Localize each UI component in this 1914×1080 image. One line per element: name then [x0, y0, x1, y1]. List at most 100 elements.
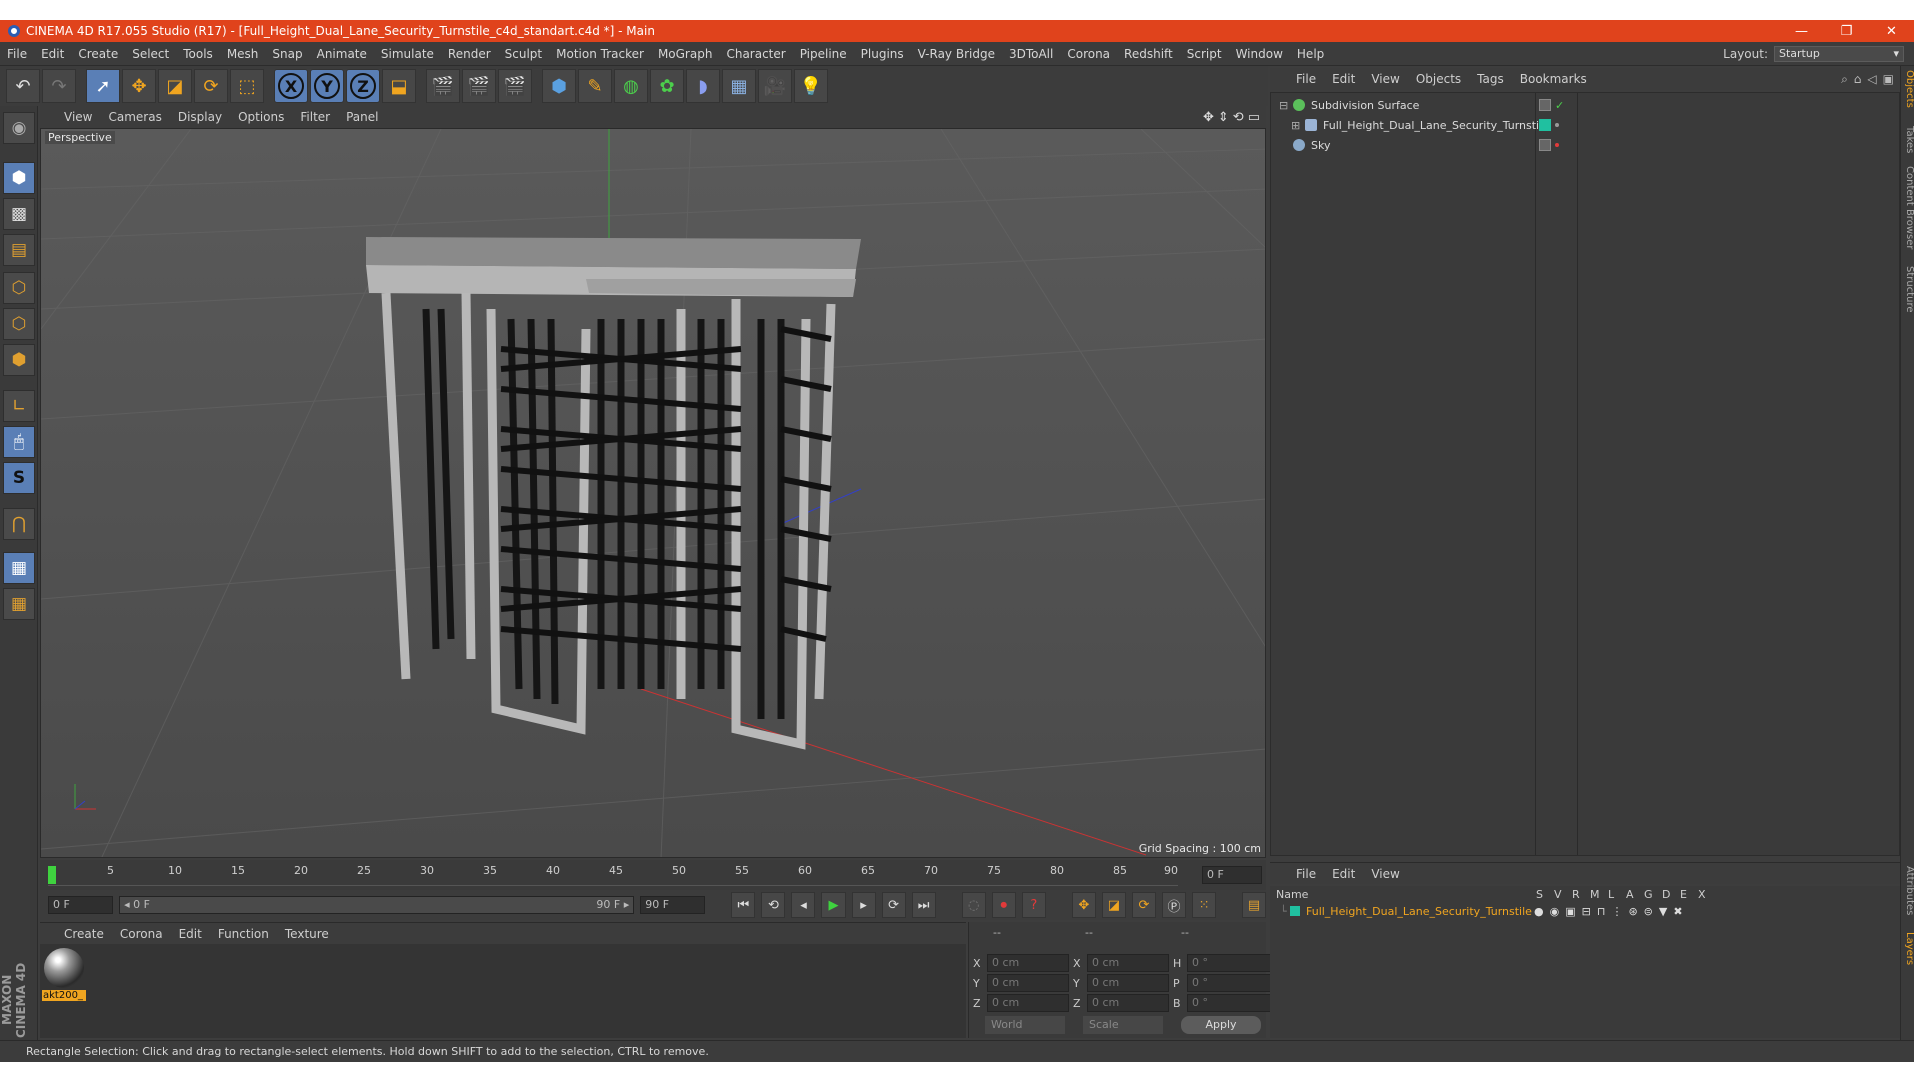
tab-takes[interactable]: Takes	[1901, 126, 1914, 153]
dolly-view-icon[interactable]: ⇕	[1218, 110, 1229, 125]
expression-icon[interactable]: ▼	[1659, 905, 1667, 918]
pan-view-icon[interactable]: ✥	[1203, 110, 1214, 125]
move-tool-button[interactable]: ✥	[122, 69, 156, 103]
object-menu-view[interactable]: View	[1363, 72, 1407, 86]
add-camera-button[interactable]: 🎥	[758, 69, 792, 103]
go-to-start-button[interactable]: ⏮	[731, 892, 756, 918]
key-rotation-button[interactable]: ⟳	[1131, 892, 1156, 918]
minimize-button[interactable]: —	[1779, 24, 1824, 39]
deformer-icon[interactable]: ⊜	[1644, 905, 1653, 918]
close-button[interactable]: ✕	[1869, 24, 1914, 39]
size-z-field[interactable]: 0 cm	[1087, 994, 1169, 1012]
material-menu-create[interactable]: Create	[56, 927, 112, 941]
manager-icon[interactable]: ⊟	[1582, 905, 1591, 918]
visibility-dot[interactable]	[1555, 123, 1559, 127]
menu-animate[interactable]: Animate	[310, 47, 374, 61]
menu-motion-tracker[interactable]: Motion Tracker	[549, 47, 651, 61]
material-menu-corona[interactable]: Corona	[112, 927, 171, 941]
coordinate-system-button[interactable]: ⬓	[382, 69, 416, 103]
object-menu-file[interactable]: File	[1288, 72, 1324, 86]
coordinate-space-dropdown[interactable]: World	[985, 1016, 1065, 1034]
menu-select[interactable]: Select	[125, 47, 176, 61]
view-eye-icon[interactable]: ◉	[1550, 905, 1560, 918]
next-frame-button[interactable]: ▸	[851, 892, 876, 918]
polygons-mode-button[interactable]: ⬢	[3, 344, 35, 376]
viewport-menu-display[interactable]: Display	[170, 110, 230, 124]
layer-menu-file[interactable]: File	[1288, 867, 1324, 881]
expand-icon[interactable]: ⊞	[1291, 119, 1305, 132]
model-mode-button[interactable]: ⬢	[3, 162, 35, 194]
z-axis-lock-button[interactable]: Z	[346, 69, 380, 103]
y-axis-lock-button[interactable]: Y	[310, 69, 344, 103]
menu-plugins[interactable]: Plugins	[854, 47, 911, 61]
viewport-menu-panel[interactable]: Panel	[338, 110, 386, 124]
timeline-ruler[interactable]: 0 5 10 15 20 25 30 35 40 45 50 55 60 65 …	[40, 860, 1266, 890]
apply-button[interactable]: Apply	[1181, 1016, 1261, 1034]
menu-help[interactable]: Help	[1290, 47, 1331, 61]
timeline-toggle-button[interactable]: ▤	[1242, 892, 1267, 918]
edges-mode-button[interactable]: ⬡	[3, 308, 35, 340]
render-clapper-icon[interactable]: ▣	[1565, 905, 1575, 918]
record-keys-button[interactable]: ⏺	[991, 892, 1016, 918]
tab-structure[interactable]: Structure	[1901, 266, 1914, 313]
texture-mode-button[interactable]: ▩	[3, 198, 35, 230]
layer-menu-edit[interactable]: Edit	[1324, 867, 1363, 881]
add-generator-button[interactable]: ◍	[614, 69, 648, 103]
size-x-field[interactable]: 0 cm	[1087, 954, 1169, 972]
menu-edit[interactable]: Edit	[34, 47, 71, 61]
menu-window[interactable]: Window	[1229, 47, 1290, 61]
menu-create[interactable]: Create	[71, 47, 125, 61]
menu-mograph[interactable]: MoGraph	[651, 47, 720, 61]
points-mode-button[interactable]: ⬡	[3, 272, 35, 304]
add-deformer-button[interactable]: ◗	[686, 69, 720, 103]
menu-snap[interactable]: Snap	[265, 47, 309, 61]
tab-objects[interactable]: Objects	[1901, 70, 1914, 108]
key-parameter-button[interactable]: Ⓟ	[1161, 892, 1186, 918]
viewport-menu-options[interactable]: Options	[230, 110, 292, 124]
toggle-layout-icon[interactable]: ▭	[1248, 110, 1260, 125]
pos-z-field[interactable]: 0 cm	[987, 994, 1069, 1012]
menu-pipeline[interactable]: Pipeline	[793, 47, 854, 61]
layout-dropdown[interactable]: Startup	[1774, 45, 1904, 62]
viewport-camera-label[interactable]: Perspective	[45, 131, 115, 144]
axis-mode-button[interactable]: ∟	[3, 390, 35, 422]
add-floor-button[interactable]: ▦	[722, 69, 756, 103]
lock-icon[interactable]: ⊓	[1597, 905, 1606, 918]
solo-mode-button[interactable]: S	[3, 462, 35, 494]
tab-layers[interactable]: Layers	[1901, 932, 1914, 965]
motion-path-button[interactable]: ◌	[961, 892, 986, 918]
maximize-button[interactable]: ❐	[1824, 24, 1869, 39]
live-selection-button[interactable]: ➚	[86, 69, 120, 103]
menu-sculpt[interactable]: Sculpt	[498, 47, 549, 61]
render-view-button[interactable]: 🎬	[426, 69, 460, 103]
menu-corona[interactable]: Corona	[1060, 47, 1117, 61]
menu-3dtoall[interactable]: 3DToAll	[1002, 47, 1060, 61]
autokey-button[interactable]: ?	[1021, 892, 1046, 918]
collapse-icon[interactable]: ⊟	[1279, 99, 1293, 112]
object-row-turnstile[interactable]: ⊞ Full_Height_Dual_Lane_Security_Turnsti…	[1271, 115, 1899, 135]
layer-swatch[interactable]	[1539, 99, 1551, 111]
orbit-view-icon[interactable]: ⟲	[1233, 110, 1244, 125]
add-cube-button[interactable]: ⬢	[542, 69, 576, 103]
x-axis-lock-button[interactable]: X	[274, 69, 308, 103]
add-spline-button[interactable]: ✎	[578, 69, 612, 103]
menu-mesh[interactable]: Mesh	[220, 47, 266, 61]
start-frame-field[interactable]: 0 F	[48, 896, 114, 914]
playhead[interactable]	[48, 866, 56, 884]
frame-range-slider[interactable]: ◂ 0 F 90 F ▸	[119, 896, 635, 914]
back-icon[interactable]: ◁	[1867, 72, 1876, 87]
previous-frame-button[interactable]: ◂	[791, 892, 816, 918]
layer-row[interactable]: └ Full_Height_Dual_Lane_Security_Turnsti…	[1270, 902, 1898, 920]
object-menu-tags[interactable]: Tags	[1469, 72, 1512, 86]
rotate-tool-button[interactable]: ⟳	[194, 69, 228, 103]
next-key-button[interactable]: ⟳	[881, 892, 906, 918]
play-button[interactable]: ▶	[821, 892, 846, 918]
go-to-end-button[interactable]: ⏭	[911, 892, 936, 918]
object-row-subdivision-surface[interactable]: ⊟ Subdivision Surface ✓	[1271, 95, 1899, 115]
object-row-sky[interactable]: Sky	[1271, 135, 1899, 155]
generator-icon[interactable]: ⊛	[1628, 905, 1637, 918]
recent-tools-button[interactable]: ⬚	[230, 69, 264, 103]
new-panel-icon[interactable]: ▣	[1883, 72, 1894, 87]
make-editable-button[interactable]: ◉	[3, 112, 35, 144]
workplane-align-button[interactable]: ▦	[3, 588, 35, 620]
